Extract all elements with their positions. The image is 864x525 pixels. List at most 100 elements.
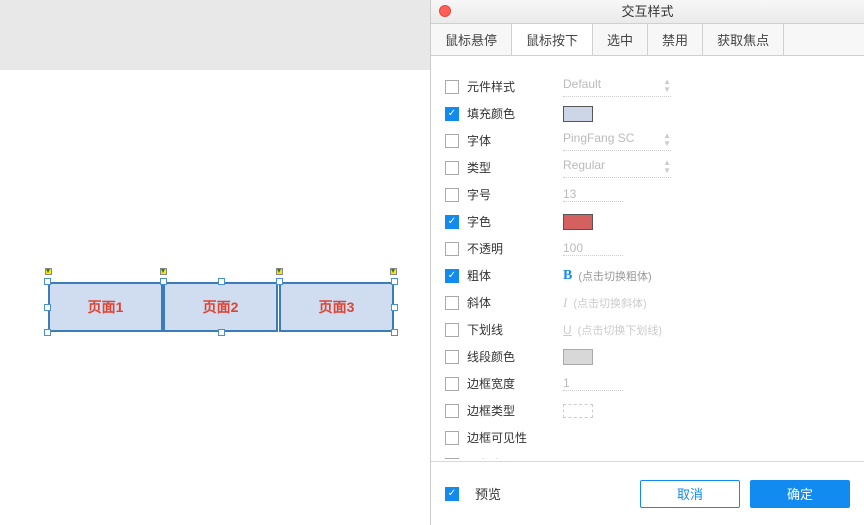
- properties-panel[interactable]: 元件样式Default▲▼填充颜色字体PingFang SC▲▼类型Regula…: [431, 55, 864, 459]
- connector-marker[interactable]: [45, 268, 52, 275]
- value-input[interactable]: 100: [563, 241, 623, 256]
- property-checkbox[interactable]: [445, 242, 459, 256]
- widget-cell-2[interactable]: 页面3: [279, 282, 394, 332]
- value-input[interactable]: 13: [563, 187, 623, 202]
- property-row: 字体PingFang SC▲▼: [431, 127, 864, 154]
- preview-checkbox[interactable]: 预览: [445, 484, 501, 503]
- property-control[interactable]: PingFang SC▲▼: [563, 131, 850, 151]
- color-swatch[interactable]: [563, 106, 593, 122]
- property-checkbox[interactable]: [445, 377, 459, 391]
- property-checkbox[interactable]: [445, 350, 459, 364]
- property-checkbox[interactable]: [445, 404, 459, 418]
- resize-handle-bl[interactable]: [44, 329, 51, 336]
- property-checkbox[interactable]: [445, 458, 459, 460]
- connector-marker[interactable]: [160, 268, 167, 275]
- hint-text: (点击切换斜体): [573, 295, 646, 311]
- selected-widget-group[interactable]: 页面1 页面2 页面3: [48, 282, 394, 332]
- property-label: 粗体: [467, 267, 563, 284]
- border-style-sample[interactable]: [563, 404, 593, 418]
- color-swatch[interactable]: [563, 214, 593, 230]
- resize-handle-mid[interactable]: [160, 278, 167, 285]
- bold-icon[interactable]: B: [563, 268, 572, 284]
- connector-marker[interactable]: [276, 268, 283, 275]
- property-row: 下划线U(点击切换下划线): [431, 316, 864, 343]
- property-row: 线段颜色: [431, 343, 864, 370]
- property-row: 类型Regular▲▼: [431, 154, 864, 181]
- property-control[interactable]: 13: [563, 187, 850, 202]
- property-checkbox[interactable]: [445, 296, 459, 310]
- resize-handle-tr[interactable]: [391, 278, 398, 285]
- cancel-button[interactable]: 取消: [640, 480, 740, 508]
- resize-handle-rm[interactable]: [391, 304, 398, 311]
- property-control[interactable]: [563, 404, 850, 418]
- value-input[interactable]: 1: [563, 376, 623, 391]
- select-control[interactable]: PingFang SC▲▼: [563, 131, 671, 151]
- resize-handle-br[interactable]: [391, 329, 398, 336]
- widget-cell-0[interactable]: 页面1: [48, 282, 163, 332]
- tab-0[interactable]: 鼠标悬停: [431, 24, 512, 55]
- property-control[interactable]: [563, 106, 850, 122]
- property-checkbox[interactable]: [445, 431, 459, 445]
- tab-1[interactable]: 鼠标按下: [512, 24, 593, 55]
- property-label: 填充颜色: [467, 105, 563, 122]
- select-control[interactable]: Regular▲▼: [563, 158, 671, 178]
- property-checkbox[interactable]: [445, 188, 459, 202]
- select-control[interactable]: Default▲▼: [563, 77, 671, 97]
- property-row: 圆角半径: [431, 451, 864, 459]
- property-checkbox[interactable]: [445, 80, 459, 94]
- tab-3[interactable]: 禁用: [648, 24, 703, 55]
- property-label: 边框类型: [467, 402, 563, 419]
- property-label: 不透明: [467, 240, 563, 257]
- checkbox-icon[interactable]: [445, 487, 459, 501]
- property-row: 边框宽度1: [431, 370, 864, 397]
- property-control[interactable]: [563, 349, 850, 365]
- property-checkbox[interactable]: [445, 134, 459, 148]
- property-label: 圆角半径: [467, 456, 563, 459]
- property-row: 不透明100: [431, 235, 864, 262]
- hint-text: (点击切换下划线): [578, 322, 662, 338]
- chevron-updown-icon: ▲▼: [663, 159, 671, 175]
- property-checkbox[interactable]: [445, 323, 459, 337]
- color-swatch[interactable]: [563, 349, 593, 365]
- property-row: 边框类型: [431, 397, 864, 424]
- tab-4[interactable]: 获取焦点: [703, 24, 784, 55]
- property-control[interactable]: Default▲▼: [563, 77, 850, 97]
- property-label: 字色: [467, 213, 563, 230]
- preview-label: 预览: [475, 484, 501, 503]
- resize-handle-lm[interactable]: [44, 304, 51, 311]
- resize-handle-bm[interactable]: [218, 329, 225, 336]
- close-icon[interactable]: [439, 5, 451, 17]
- property-label: 元件样式: [467, 78, 563, 95]
- hint-text: (点击切换粗体): [578, 268, 651, 284]
- dialog-footer: 预览 取消 确定: [431, 461, 864, 525]
- widget-cell-1[interactable]: 页面2: [163, 282, 278, 332]
- italic-icon[interactable]: I: [563, 295, 567, 311]
- property-checkbox[interactable]: [445, 107, 459, 121]
- property-control[interactable]: B (点击切换粗体): [563, 268, 850, 284]
- underline-icon[interactable]: U: [563, 323, 572, 337]
- property-label: 斜体: [467, 294, 563, 311]
- connector-marker[interactable]: [390, 268, 397, 275]
- resize-handle-mid[interactable]: [276, 278, 283, 285]
- property-control[interactable]: 1: [563, 376, 850, 391]
- canvas-area[interactable]: 页面1 页面2 页面3: [0, 0, 430, 525]
- resize-handle-tm[interactable]: [218, 278, 225, 285]
- dialog-titlebar[interactable]: 交互样式: [431, 0, 864, 24]
- resize-handle-tl[interactable]: [44, 278, 51, 285]
- property-label: 类型: [467, 159, 563, 176]
- property-label: 字体: [467, 132, 563, 149]
- property-row: 填充颜色: [431, 100, 864, 127]
- chevron-updown-icon: ▲▼: [663, 78, 671, 94]
- property-control[interactable]: U (点击切换下划线): [563, 322, 850, 338]
- property-control[interactable]: 100: [563, 241, 850, 256]
- property-control[interactable]: Regular▲▼: [563, 158, 850, 178]
- ok-button[interactable]: 确定: [750, 480, 850, 508]
- tab-2[interactable]: 选中: [593, 24, 648, 55]
- property-checkbox[interactable]: [445, 269, 459, 283]
- canvas-background-top: [0, 0, 430, 70]
- property-checkbox[interactable]: [445, 215, 459, 229]
- property-control[interactable]: I (点击切换斜体): [563, 295, 850, 311]
- property-checkbox[interactable]: [445, 161, 459, 175]
- property-control[interactable]: [563, 214, 850, 230]
- dialog-tabs: 鼠标悬停鼠标按下选中禁用获取焦点: [431, 24, 864, 56]
